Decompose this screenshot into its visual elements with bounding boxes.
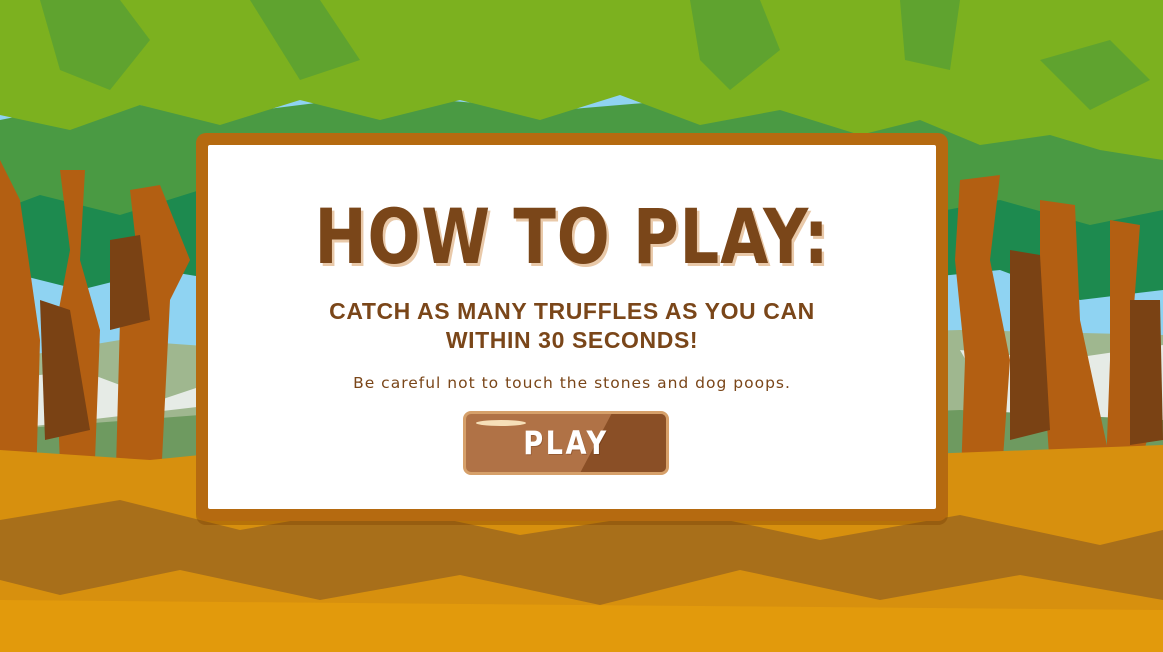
dialog-title: HOW TO PLAY: [314, 192, 830, 281]
how-to-play-dialog: HOW TO PLAY: CATCH AS MANY TRUFFLES AS Y… [196, 133, 948, 521]
play-button[interactable]: PLAY [463, 411, 669, 475]
dialog-instructions: CATCH AS MANY TRUFFLES AS YOU CAN WITHIN… [329, 298, 815, 353]
play-button-label: PLAY [523, 424, 609, 462]
game-scene: HOW TO PLAY: CATCH AS MANY TRUFFLES AS Y… [0, 0, 1163, 652]
dialog-warning: Be careful not to touch the stones and d… [353, 374, 791, 392]
dialog-panel: HOW TO PLAY: CATCH AS MANY TRUFFLES AS Y… [208, 145, 936, 509]
